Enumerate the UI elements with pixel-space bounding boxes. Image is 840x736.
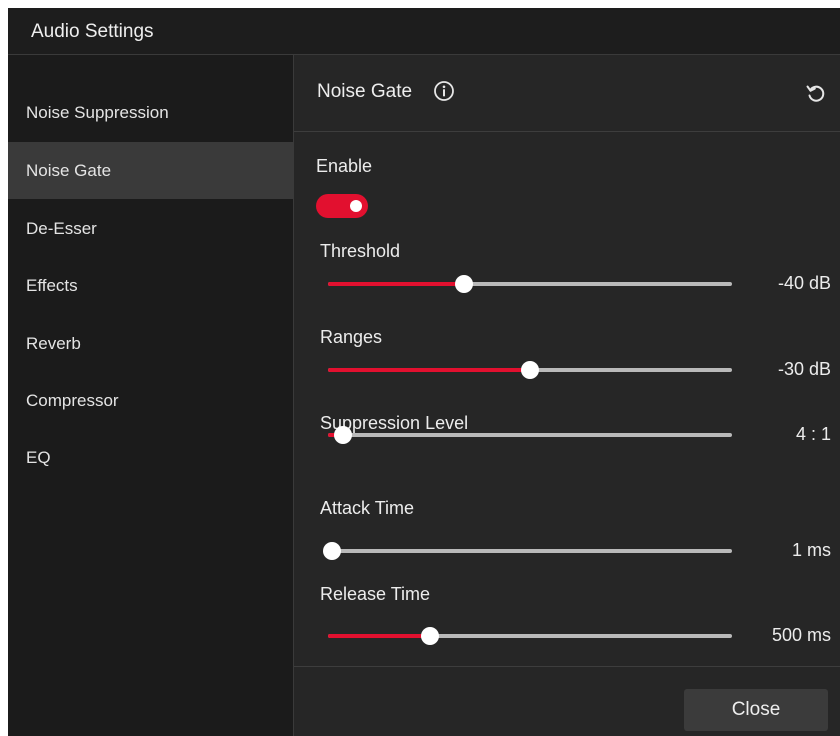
panel-title: Noise Gate [317, 81, 413, 102]
sidebar-item-label: EQ [26, 448, 51, 467]
sidebar-item-label: Effects [26, 276, 78, 295]
slider-thumb[interactable] [455, 275, 473, 293]
sidebar-item-eq[interactable]: EQ [8, 429, 293, 486]
attack-time-value: 1 ms [791, 540, 831, 560]
slider-label-attack-time: Attack Time [320, 498, 415, 518]
sidebar-item-compressor[interactable]: Compressor [8, 372, 293, 429]
release-time-value: 500 ms [771, 625, 831, 645]
slider-thumb[interactable] [323, 542, 341, 560]
sidebar-item-label: Noise Gate [26, 161, 112, 180]
attack-time-slider[interactable] [323, 541, 732, 561]
title-bar: Audio Settings [8, 8, 840, 55]
sidebar-item-noise-gate[interactable]: Noise Gate [8, 142, 293, 199]
ranges-slider[interactable] [328, 360, 732, 380]
close-button[interactable]: Close [684, 689, 828, 731]
sidebar-item-de-esser[interactable]: De-Esser [8, 200, 293, 257]
slider-thumb[interactable] [334, 426, 352, 444]
slider-label-release-time: Release Time [320, 584, 431, 604]
slider-track [328, 549, 732, 553]
sidebar-item-label: Noise Suppression [26, 103, 169, 122]
suppression-level-slider[interactable] [328, 425, 732, 445]
slider-fill [328, 634, 430, 638]
audio-settings-window: Audio Settings Noise Suppression Noise G… [8, 8, 840, 736]
sidebar-item-effects[interactable]: Effects [8, 257, 293, 314]
info-icon[interactable] [433, 80, 455, 102]
slider-label-ranges: Ranges [320, 327, 383, 347]
slider-fill [328, 368, 530, 372]
slider-track [328, 433, 732, 437]
toggle-knob [350, 200, 362, 212]
sidebar-item-label: De-Esser [26, 219, 97, 238]
threshold-value: -40 dB [777, 273, 831, 293]
noise-gate-panel: Noise Gate Enable Threshold -40 dB Range… [294, 55, 840, 736]
sidebar-item-label: Reverb [26, 334, 81, 353]
footer-divider [294, 666, 840, 667]
suppression-level-value: 4 : 1 [795, 424, 831, 444]
panel-header: Noise Gate [294, 55, 840, 132]
slider-fill [328, 282, 464, 286]
sidebar-item-noise-suppression[interactable]: Noise Suppression [8, 84, 293, 141]
enable-label: Enable [316, 156, 373, 176]
threshold-slider[interactable] [328, 274, 732, 294]
sidebar: Noise Suppression Noise Gate De-Esser Ef… [8, 55, 294, 736]
slider-thumb[interactable] [521, 361, 539, 379]
slider-thumb[interactable] [421, 627, 439, 645]
enable-toggle[interactable] [316, 194, 368, 218]
sidebar-item-reverb[interactable]: Reverb [8, 315, 293, 372]
sidebar-item-label: Compressor [26, 391, 119, 410]
ranges-value: -30 dB [777, 359, 831, 379]
slider-label-threshold: Threshold [320, 241, 401, 261]
release-time-slider[interactable] [328, 626, 732, 646]
reset-icon[interactable] [805, 82, 827, 104]
window-title: Audio Settings [31, 21, 154, 42]
